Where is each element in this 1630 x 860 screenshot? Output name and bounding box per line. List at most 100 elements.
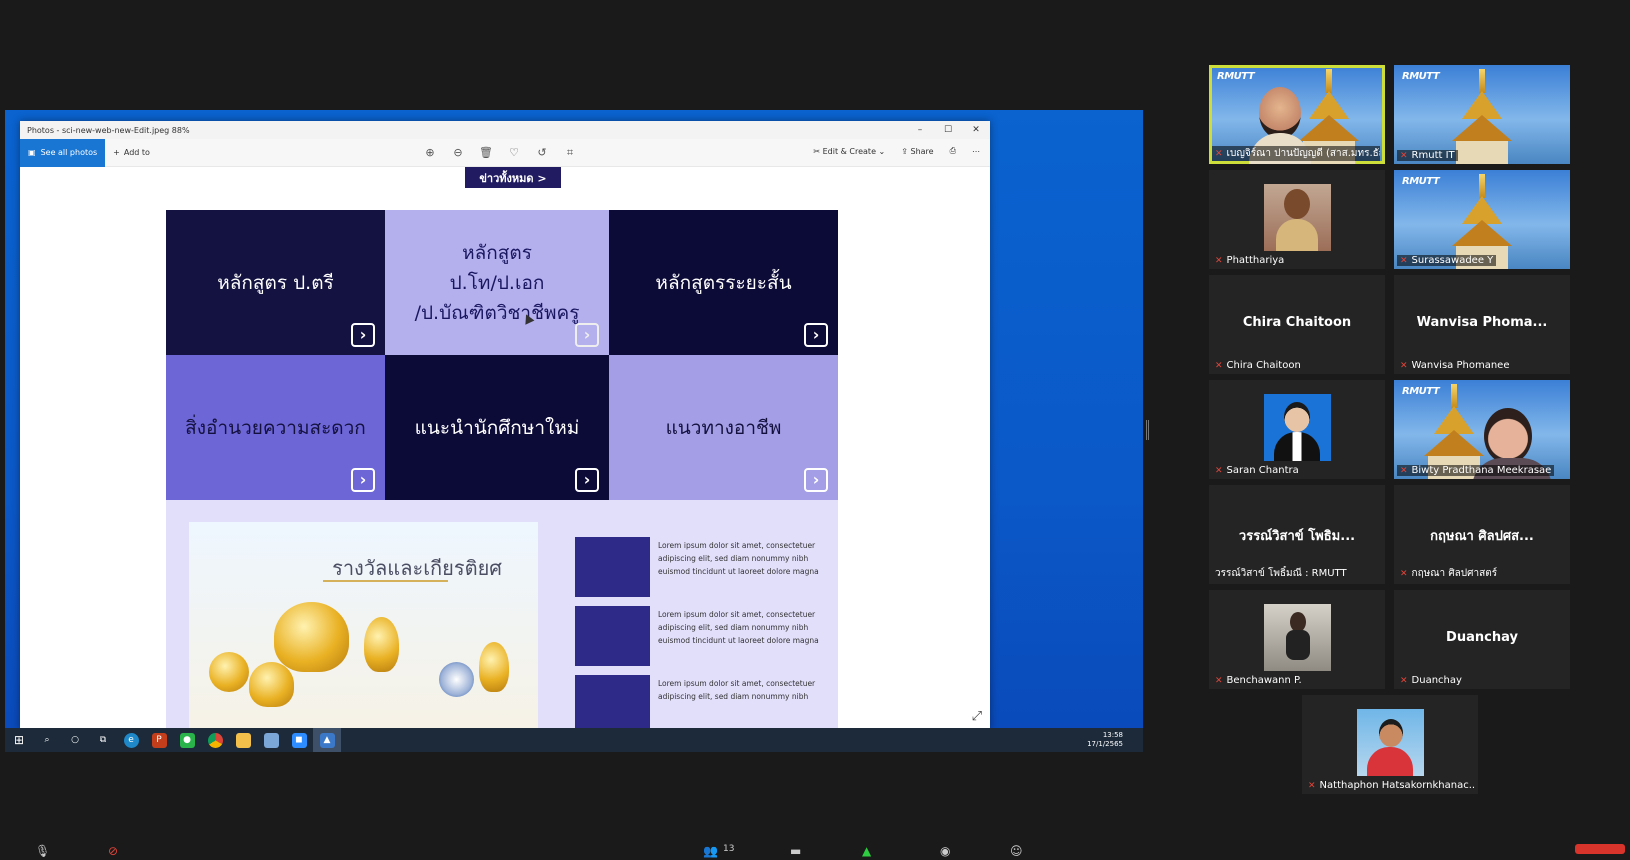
delete-icon[interactable]: 🗑 [479, 146, 493, 160]
powerpoint-icon[interactable]: P [145, 728, 173, 752]
participant-display-name: วรรณ์วิสาข์ โพธิม... [1238, 529, 1356, 544]
tile-label: แนะนำนักศึกษาใหม่ [414, 416, 580, 439]
edit-create-button[interactable]: ✂ Edit & Create ⌄ [813, 147, 885, 156]
minimize-icon[interactable]: – [906, 125, 934, 135]
rmutt-logo: RMUTT [1217, 71, 1255, 82]
news-thumbnail [575, 537, 650, 597]
task-view-icon[interactable]: ⧉ [89, 728, 117, 752]
chat-icon[interactable]: ▬ [790, 844, 801, 858]
windows-taskbar: ⊞ ⌕ ○ ⧉ e P ● ◼ ▲ 13:58 17/1/2565 [5, 728, 1143, 752]
add-to-label: Add to [123, 148, 150, 157]
file-explorer-icon[interactable] [229, 728, 257, 752]
mic-muted-icon: ✕ [1215, 360, 1223, 371]
arrow-icon: › [575, 323, 599, 347]
participant-tile[interactable]: ✕ Saran Chantra [1209, 380, 1385, 479]
participant-label: ✕ Chira Chaitoon [1215, 360, 1301, 371]
record-icon[interactable]: ◉ [940, 844, 950, 858]
participant-label: ✕ Wanvisa Phomanee [1400, 360, 1510, 371]
participant-label: ✕ เบญจิร์ณา ปานปัญญดี (สาส.มทร.ธัญ... [1212, 146, 1380, 161]
more-icon[interactable]: ⋯ [972, 147, 980, 156]
mic-muted-icon: ✕ [1215, 675, 1223, 686]
participant-tile[interactable]: Chira Chaitoon ✕ Chira Chaitoon [1209, 275, 1385, 374]
arrow-icon: › [804, 468, 828, 492]
share-label: Share [910, 146, 934, 156]
award-section: รางวัลและเกียรติยศ Lorem ipsum dolor sit… [166, 500, 838, 730]
share-icon: ⇪ [901, 146, 911, 156]
speaker-face [1484, 408, 1532, 464]
end-meeting-button[interactable] [1575, 844, 1625, 854]
participants-count: 13 [723, 844, 735, 854]
news-thumbnail [575, 675, 650, 730]
medal-icon [209, 652, 249, 692]
participant-tile[interactable]: Duanchay ✕ Duanchay [1394, 590, 1570, 689]
participant-label: ✕ Phatthariya [1215, 255, 1285, 266]
profile-photo [1357, 709, 1424, 776]
clock-time: 13:58 [1102, 731, 1123, 739]
chrome-icon[interactable] [201, 728, 229, 752]
search-icon[interactable]: ⌕ [33, 728, 61, 752]
maximize-icon[interactable]: ☐ [934, 125, 962, 135]
participant-label: ✕ Benchawann P. [1215, 675, 1302, 686]
photos-taskbar-icon[interactable]: ▲ [313, 728, 341, 752]
news-text: Lorem ipsum dolor sit amet, consectetuer… [658, 679, 816, 701]
participant-label: ✕ Biwty Pradthana Meekrasae [1397, 465, 1555, 476]
share-screen-icon[interactable]: ▲ [862, 844, 871, 858]
zoom-out-icon[interactable]: ⊖ [451, 146, 465, 160]
expand-icon[interactable]: ⤢ [972, 709, 982, 724]
participant-tile[interactable]: วรรณ์วิสาข์ โพธิม... วรรณ์วิสาข์ โพธิ์มณ… [1209, 485, 1385, 584]
participant-tile[interactable]: ✕ Benchawann P. [1209, 590, 1385, 689]
rotate-icon[interactable]: ↺ [535, 146, 549, 160]
print-icon[interactable]: ⎙ [950, 146, 956, 156]
rmutt-logo: RMUTT [1402, 176, 1440, 187]
see-all-label: See all photos [40, 148, 98, 157]
participant-tile[interactable]: RMUTT ✕ Rmutt IT [1394, 65, 1570, 164]
start-icon[interactable]: ⊞ [5, 728, 33, 752]
news-thumbnail [575, 606, 650, 666]
photos-app-window: Photos - sci-new-web-new-Edit.jpeg 88% –… [20, 121, 990, 730]
zoom-icon[interactable]: ◼ [285, 728, 313, 752]
edge-icon[interactable]: e [117, 728, 145, 752]
favorite-icon[interactable]: ♡ [507, 146, 521, 160]
photo-canvas: ข่าวทั้งหมด > หลักสูตร ป.ตรี › หลักสูตร … [20, 167, 990, 730]
trophy-small-icon [479, 642, 509, 692]
participant-tile[interactable]: RMUTT ✕ Surassawadee Y [1394, 170, 1570, 269]
close-icon[interactable]: ✕ [962, 125, 990, 135]
tile-graduate: หลักสูตร ป.โท/ป.เอก /ป.บัณฑิตวิชาชีพครู … [385, 210, 609, 355]
crop-icon[interactable]: ⌗ [563, 146, 577, 160]
video-off-icon[interactable]: ⊘ [108, 844, 118, 858]
notes-icon[interactable] [257, 728, 285, 752]
award-underline [323, 580, 448, 582]
profile-photo [1264, 184, 1331, 251]
see-all-photos-button[interactable]: ▣ See all photos [20, 138, 106, 167]
participants-icon[interactable]: 👥 [703, 844, 718, 858]
participant-tile[interactable]: RMUTT ✕ เบญจิร์ณา ปานปัญญดี (สาส.มทร.ธัญ.… [1209, 65, 1385, 164]
cortana-icon[interactable]: ○ [61, 728, 89, 752]
share-button[interactable]: ⇪ Share [901, 147, 933, 156]
photos-titlebar: Photos - sci-new-web-new-Edit.jpeg 88% –… [20, 121, 990, 139]
line-icon[interactable]: ● [173, 728, 201, 752]
reactions-icon[interactable]: ☺ [1010, 844, 1023, 858]
shared-screen: Photos - sci-new-web-new-Edit.jpeg 88% –… [5, 110, 1143, 752]
participant-tile[interactable]: กฤษณา ศิลปศส... ✕ กฤษณา ศิลปศาสตร์ [1394, 485, 1570, 584]
participant-tile[interactable]: Wanvisa Phoma... ✕ Wanvisa Phomanee [1394, 275, 1570, 374]
temple-background [1452, 69, 1512, 164]
tile-facilities: สิ่งอำนวยความสะดวก › [166, 355, 385, 500]
tile-bachelor: หลักสูตร ป.ตรี › [166, 210, 385, 355]
participant-display-name: กฤษณา ศิลปศส... [1430, 529, 1534, 544]
mic-muted-icon: ✕ [1215, 465, 1223, 476]
mute-icon[interactable]: 🎙 [35, 844, 50, 858]
zoom-in-icon[interactable]: ⊕ [423, 146, 437, 160]
participant-tile[interactable]: ✕ Natthaphon Hatsakornkhanac... [1302, 695, 1478, 794]
plus-icon: + [113, 148, 120, 157]
mic-muted-icon: ✕ [1400, 465, 1408, 476]
participant-label: ✕ Natthaphon Hatsakornkhanac... [1308, 780, 1476, 791]
mic-muted-icon: ✕ [1400, 360, 1408, 371]
participant-tile[interactable]: ✕ Phatthariya [1209, 170, 1385, 269]
participant-tile[interactable]: RMUTT ✕ Biwty Pradthana Meekrasae [1394, 380, 1570, 479]
add-to-button[interactable]: + Add to [113, 148, 150, 157]
clock-date: 17/1/2565 [1087, 740, 1123, 748]
mic-muted-icon: ✕ [1215, 148, 1223, 159]
participant-label: วรรณ์วิสาข์ โพธิ์มณี : RMUTT [1215, 568, 1347, 579]
tile-label: สิ่งอำนวยความสะดวก [185, 416, 366, 439]
split-handle[interactable] [1146, 420, 1149, 440]
